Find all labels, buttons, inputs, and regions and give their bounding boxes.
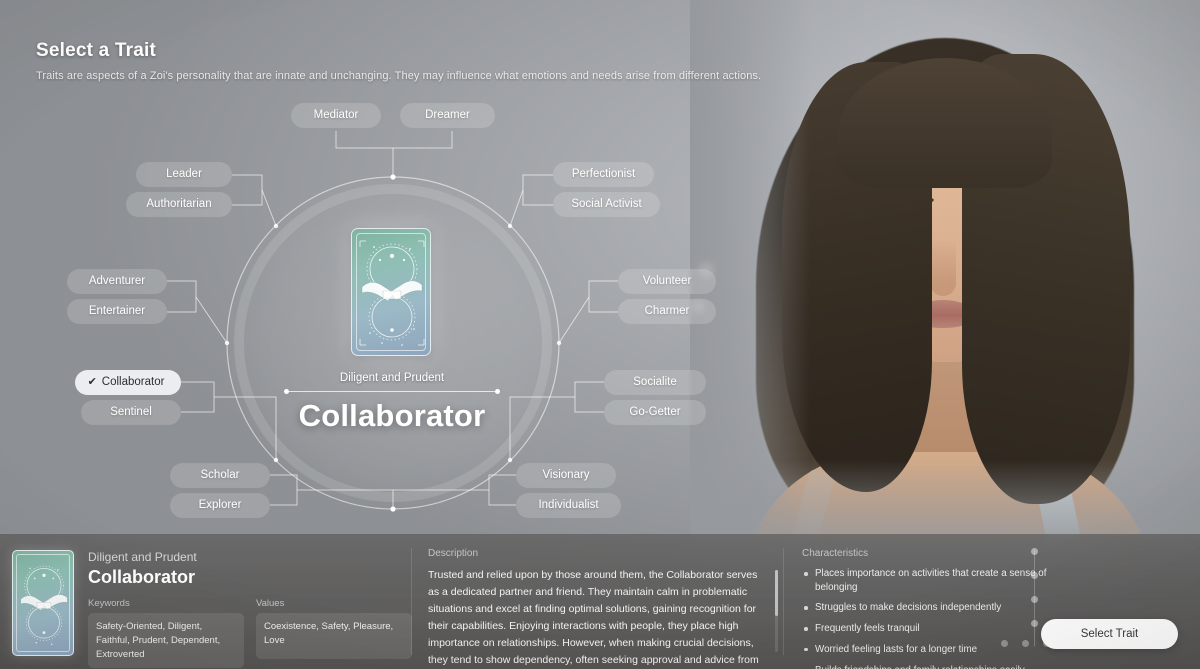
trait-chip-authoritarian[interactable]: Authoritarian	[126, 192, 232, 217]
selected-trait-card[interactable]	[351, 228, 431, 356]
detail-card-thumbnail	[12, 550, 74, 656]
scroll-indicator-dot	[1031, 572, 1038, 579]
values-value: Coexistence, Safety, Pleasure, Love	[256, 613, 412, 659]
center-trait-subtitle: Diligent and Prudent	[339, 372, 445, 384]
handshake-tarot-icon	[359, 240, 425, 346]
thumb-inner-border	[16, 554, 70, 652]
trait-chip-volunteer[interactable]: Volunteer	[618, 269, 716, 294]
values-block: Values Coexistence, Safety, Pleasure, Lo…	[256, 598, 412, 668]
trait-chip-explorer[interactable]: Explorer	[170, 493, 270, 518]
avatar-nose	[930, 238, 956, 296]
page-dot[interactable]	[1001, 640, 1008, 647]
description-text: Trusted and relied upon by those around …	[428, 569, 759, 666]
detail-summary-section: Diligent and Prudent Collaborator Keywor…	[0, 534, 412, 669]
keywords-value: Safety-Oriented, Diligent, Faithful, Pru…	[88, 613, 244, 669]
characteristics-label: Characteristics	[802, 548, 869, 559]
description-scrollbar[interactable]	[775, 570, 778, 652]
trait-chip-mediator[interactable]: Mediator	[291, 103, 381, 128]
trait-chip-perfectionist[interactable]: Perfectionist	[553, 162, 654, 187]
trait-chip-social-activist[interactable]: Social Activist	[553, 192, 660, 217]
list-item: Builds friendships and family relationsh…	[802, 664, 1052, 669]
trait-chip-entertainer[interactable]: Entertainer	[67, 299, 167, 324]
trait-chip-leader[interactable]: Leader	[136, 162, 232, 187]
trait-chip-collaborator-label: Collaborator	[101, 376, 165, 388]
page-dot[interactable]	[1022, 640, 1029, 647]
scroll-indicator-dot	[1031, 596, 1038, 603]
trait-chip-individualist[interactable]: Individualist	[516, 493, 621, 518]
characteristics-section: Characteristics Places importance on act…	[784, 534, 1200, 669]
trait-detail-panel: Diligent and Prudent Collaborator Keywor…	[0, 534, 1200, 669]
trait-chip-charmer[interactable]: Charmer	[618, 299, 716, 324]
trait-chip-adventurer[interactable]: Adventurer	[67, 269, 167, 294]
center-divider	[284, 389, 500, 394]
detail-name: Collaborator	[88, 567, 196, 587]
scroll-indicator-dot	[1031, 620, 1038, 627]
list-item: Places importance on activities that cre…	[802, 567, 1052, 594]
select-trait-button[interactable]: Select Trait	[1041, 619, 1178, 649]
description-section: Description Trusted and relied upon by t…	[412, 534, 784, 669]
center-trait-name: Collaborator	[298, 398, 486, 433]
trait-selection-screen: Select a Trait Traits are aspects of a Z…	[0, 0, 1200, 669]
description-scroll-thumb[interactable]	[775, 570, 778, 616]
list-item: Frequently feels tranquil	[802, 622, 1052, 636]
values-label: Values	[256, 598, 285, 609]
detail-text-block: Diligent and Prudent Collaborator Keywor…	[88, 550, 412, 669]
description-label: Description	[428, 548, 479, 559]
scroll-indicator-dot	[1031, 548, 1038, 555]
detail-subtitle: Diligent and Prudent	[88, 550, 197, 564]
trait-chip-visionary[interactable]: Visionary	[516, 463, 616, 488]
portrait-bottom-fade	[690, 460, 1200, 540]
list-item: Struggles to make decisions independentl…	[802, 601, 1052, 615]
keywords-block: Keywords Safety-Oriented, Diligent, Fait…	[88, 598, 244, 669]
trait-chip-collaborator[interactable]: ✔ Collaborator	[75, 370, 181, 395]
trait-chip-go-getter[interactable]: Go-Getter	[604, 400, 706, 425]
keywords-label: Keywords	[88, 598, 130, 609]
check-icon: ✔	[87, 376, 97, 388]
trait-chip-scholar[interactable]: Scholar	[170, 463, 270, 488]
trait-chip-socialite[interactable]: Socialite	[604, 370, 706, 395]
characteristics-list: Places importance on activities that cre…	[802, 567, 1200, 669]
trait-chip-sentinel[interactable]: Sentinel	[81, 400, 181, 425]
trait-wheel: Diligent and Prudent Collaborator Mediat…	[0, 0, 760, 540]
keywords-values-row: Keywords Safety-Oriented, Diligent, Fait…	[88, 598, 412, 669]
trait-chip-dreamer[interactable]: Dreamer	[400, 103, 495, 128]
